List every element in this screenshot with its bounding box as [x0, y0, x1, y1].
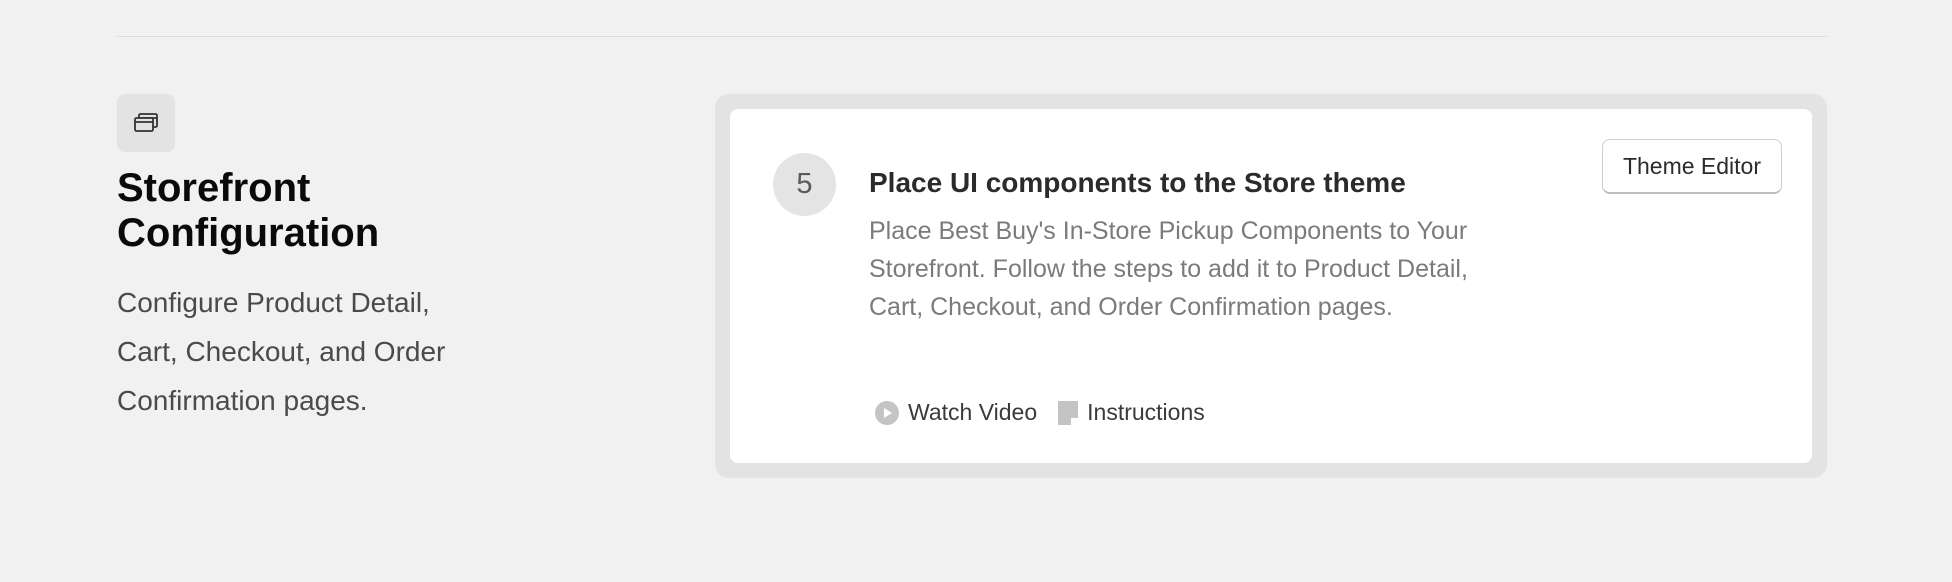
section-icon-tile — [117, 94, 175, 152]
watch-video-link[interactable]: Watch Video — [874, 399, 1037, 426]
document-icon — [1057, 400, 1079, 426]
step-links: Watch Video Instructions — [874, 399, 1205, 426]
step-number-badge: 5 — [773, 153, 836, 216]
play-circle-icon — [874, 400, 900, 426]
section-title: Storefront Configuration — [117, 166, 380, 255]
step-card-body: 5 Place UI components to the Store theme… — [730, 109, 1812, 463]
instructions-link[interactable]: Instructions — [1057, 399, 1205, 426]
page: Storefront Configuration Configure Produ… — [0, 0, 1952, 582]
top-divider — [117, 36, 1827, 37]
section-description: Configure Product Detail, Cart, Checkout… — [117, 287, 446, 416]
section-header: Storefront Configuration Configure Produ… — [117, 94, 497, 425]
step-description: Place Best Buy's In-Store Pickup Compone… — [869, 217, 1468, 321]
step-card: 5 Place UI components to the Store theme… — [715, 94, 1827, 478]
watch-video-label: Watch Video — [908, 399, 1038, 425]
theme-editor-button[interactable]: Theme Editor — [1601, 139, 1782, 194]
instructions-label: Instructions — [1087, 399, 1205, 425]
windows-stack-icon — [133, 112, 159, 134]
step-title: Place UI components to the Store theme — [869, 167, 1406, 198]
